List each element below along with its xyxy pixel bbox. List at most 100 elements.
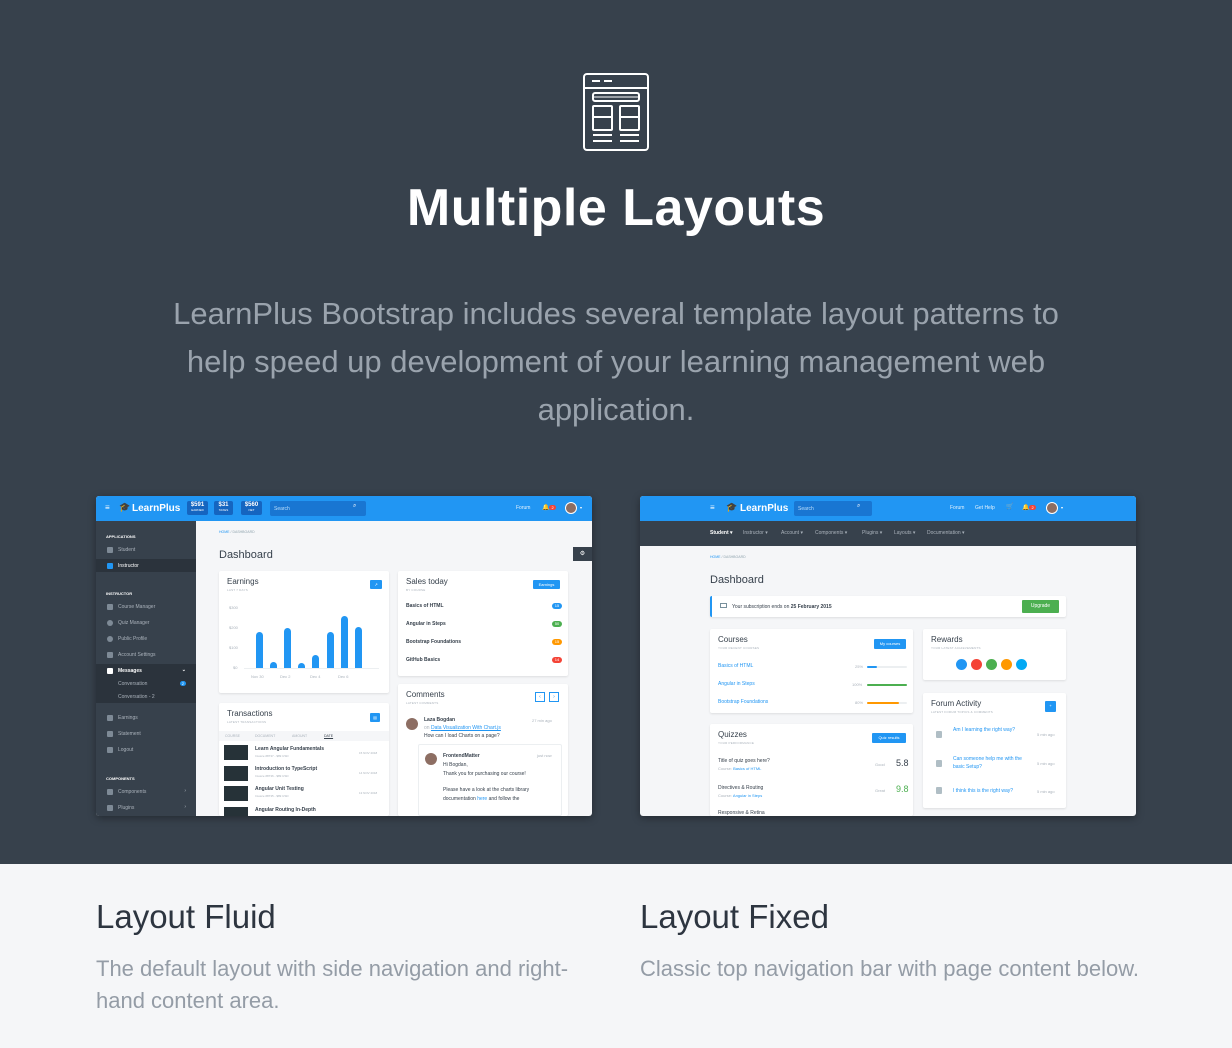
course-link[interactable]: Data Visualization With Chart.js [431,725,501,731]
subscription-alert: Your subscription ends on 25 February 20… [710,596,1066,617]
chart-bar [256,632,263,668]
column-header[interactable]: DATE [324,734,333,738]
tune-icon [107,789,113,795]
card-subtitle: LAST 7 DAYS [227,588,248,592]
notifications-icon[interactable]: 🔔 2 [1022,504,1036,511]
user-avatar[interactable] [1046,502,1058,514]
sidebar-item-logout[interactable]: Logout [96,743,196,756]
stat-earned: $591 EARNED [187,501,208,515]
menu-student[interactable]: Student ▾ [710,530,733,536]
menu-icon[interactable]: ≡ [105,503,110,512]
column-header[interactable]: DOCUMENT [255,734,275,738]
rocket-icon[interactable] [986,659,997,670]
sidebar-item-quiz-manager[interactable]: Quiz Manager [96,616,196,629]
sidebar-heading: INSTRUCTOR [106,591,133,596]
layout-fluid-preview[interactable]: ≡ 🎓 LearnPlus $591 EARNED $31 TAXES $560 NE… [96,496,592,816]
user-avatar[interactable] [565,502,577,514]
page-title: Dashboard [219,549,273,561]
search-icon[interactable]: ⌕ [857,503,860,510]
transaction-name[interactable]: Angular Routing In-Depth [255,807,316,813]
reply-box: FrontendMatter just now Hi Bogdan, Thank… [418,744,562,816]
sidebar-subitem-conversation[interactable]: Conversation 2 [96,677,196,690]
globe-icon [107,636,113,642]
forum-topic-link[interactable]: Am I learning the right way? [953,726,1023,734]
forum-topic-link[interactable]: Can someone help me with the basic Setup… [953,755,1023,771]
chevron-down-icon[interactable]: ▾ [580,505,582,510]
chevron-down-icon[interactable]: ▾ [1061,505,1063,510]
sidebar-item-public-profile[interactable]: Public Profile [96,632,196,645]
course-thumbnail [224,745,248,760]
get-help-link[interactable]: Get Help [975,505,995,511]
comment-author[interactable]: FrontendMatter [443,753,480,759]
brand-logo[interactable]: LearnPlus [740,503,788,514]
sidebar-subitem-conversation-2[interactable]: Conversation - 2 [96,690,196,703]
sidebar-item-course-manager[interactable]: Course Manager [96,600,196,613]
calendar-icon[interactable] [1016,659,1027,670]
layout-template-icon [583,73,649,151]
add-icon[interactable]: + [1045,701,1056,712]
forum-link[interactable]: Forum [516,505,530,511]
sidebar-item-instructor[interactable]: Instructor [96,559,196,572]
docs-link[interactable]: here [477,796,487,802]
star-icon[interactable] [971,659,982,670]
column-header[interactable]: COURSE [225,734,240,738]
comment-author[interactable]: Laza Bogdan [424,717,455,723]
upgrade-button[interactable]: Upgrade [1022,600,1059,613]
breadcrumb: HOME / DASHBOARD [219,530,255,534]
chart-bar [312,655,319,668]
layout-fixed-description: Classic top navigation bar with page con… [640,956,1139,981]
my-courses-button[interactable]: My courses [874,639,906,649]
menu-components[interactable]: Components ▾ [815,530,847,536]
forum-link[interactable]: Forum [950,505,964,511]
fire-icon[interactable] [1001,659,1012,670]
menu-icon[interactable]: ≡ [710,503,715,512]
transaction-name[interactable]: Learn Angular Fundamentals [255,746,324,752]
quiz-results-button[interactable]: Quiz results [872,733,906,743]
sidebar-item-plugins[interactable]: Plugins › [96,801,196,814]
receipt-icon[interactable]: ▤ [370,713,380,722]
forum-topic-link[interactable]: I think this is the right way? [953,788,1033,794]
menu-layouts[interactable]: Layouts ▾ [894,530,915,536]
cart-icon[interactable]: 🛒 [1006,503,1013,510]
chevron-left-icon[interactable]: ‹ [535,692,545,702]
menu-documentation[interactable]: Documentation ▾ [927,530,965,536]
transaction-name[interactable]: Introduction to TypeScript [255,766,317,772]
thumbs-up-icon[interactable] [956,659,967,670]
trending-up-icon[interactable]: ↗ [370,580,382,589]
search-input[interactable]: Search [270,501,366,516]
column-header[interactable]: AMOUNT [292,734,307,738]
chevron-right-icon[interactable]: › [549,692,559,702]
sidebar-item-messages[interactable]: Messages ⌄ [96,664,196,677]
menu-account[interactable]: Account ▾ [781,530,803,536]
sidebar-item-components[interactable]: Components › [96,785,196,798]
transaction-name[interactable]: Angular Unit Testing [255,786,304,792]
brand-logo[interactable]: LearnPlus [132,503,180,514]
course-link[interactable]: Basics of HTML [718,663,753,669]
notifications-icon[interactable]: 🔔 2 [542,504,556,511]
sidebar-item-account-settings[interactable]: Account Settings [96,648,196,661]
chevron-right-icon: › [184,788,186,794]
conversation-badge: 2 [179,681,186,686]
document-icon [936,731,942,738]
settings-button[interactable]: ⚙ [573,547,592,561]
sidebar-item-student[interactable]: Student [96,543,196,556]
school-icon [107,563,113,569]
sales-count: 15 [552,639,562,645]
course-link[interactable]: Angular in Steps [718,681,755,687]
card-title: Rewards [931,635,963,644]
earnings-button[interactable]: Earnings [533,580,560,589]
course-link[interactable]: Bootstrap Foundations [718,699,768,705]
layout-fixed-preview[interactable]: ≡ 🎓 LearnPlus Search ⌕ Forum Get Help 🛒 … [640,496,1136,816]
search-icon[interactable]: ⌕ [353,503,356,510]
sales-count: 50 [552,621,562,627]
sidebar-item-statement[interactable]: Statement [96,727,196,740]
card-subtitle: YOUR LATEST ACHIEVEMENTS [931,646,981,650]
user-avatar [425,753,437,765]
sidebar-item-earnings[interactable]: Earnings [96,711,196,724]
chevron-right-icon: › [184,804,186,810]
card-title: Courses [718,635,748,644]
menu-plugins[interactable]: Plugins ▾ [862,530,882,536]
card-title: Comments [406,690,445,699]
chart-bar [270,662,277,668]
menu-instructor[interactable]: Instructor ▾ [743,530,768,536]
